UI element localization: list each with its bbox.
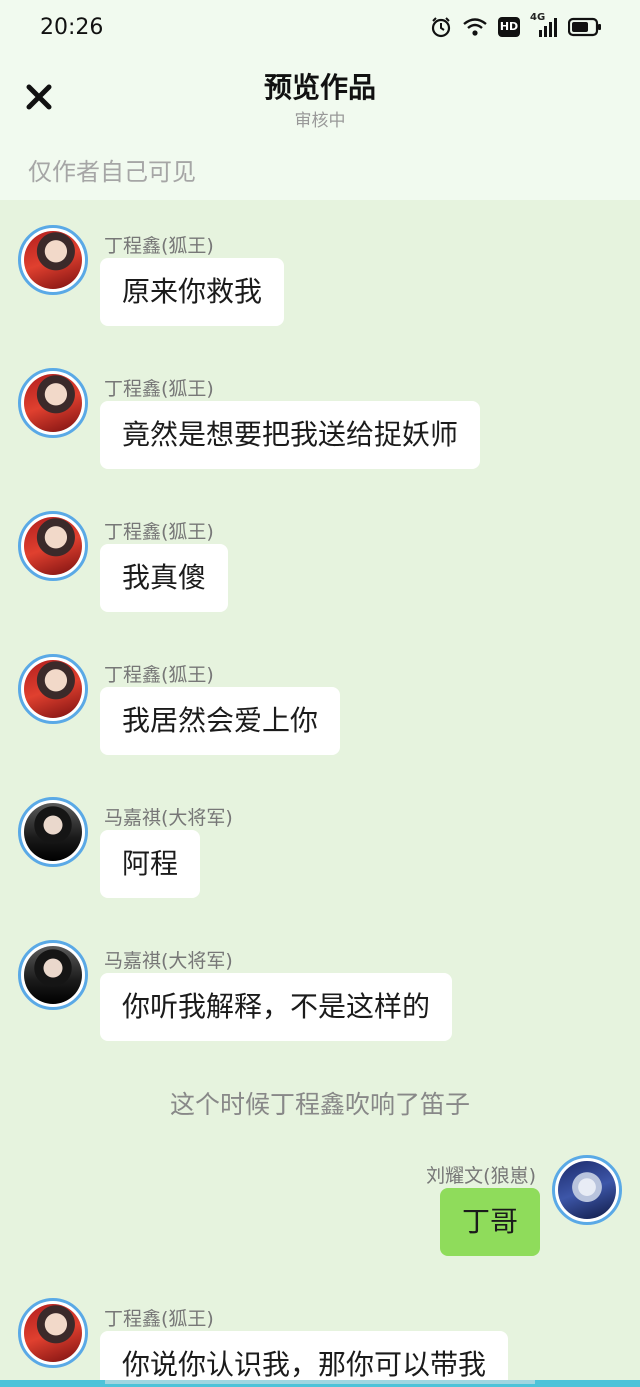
battery-icon	[567, 16, 602, 38]
visibility-note: 仅作者自己可见	[28, 158, 196, 186]
hd-icon: HD	[498, 17, 520, 37]
sender-name: 马嘉祺(大将军)	[104, 950, 233, 972]
message-bubble[interactable]: 竟然是想要把我送给捉妖师	[100, 401, 481, 469]
sender-name: 丁程鑫(狐王)	[104, 664, 214, 686]
message-bubble[interactable]: 原来你救我	[100, 258, 285, 326]
sender-name: 刘耀文(狼崽)	[426, 1165, 536, 1187]
4g-signal-icon: 4G	[530, 12, 558, 38]
message-bubble[interactable]: 阿程	[100, 830, 201, 898]
status-bar: 20:26 HD 4G	[0, 0, 640, 56]
bottom-progress-bar	[0, 1380, 640, 1387]
alarm-icon	[430, 16, 452, 38]
message-bubble[interactable]: 我居然会爱上你	[100, 687, 341, 755]
avatar[interactable]	[552, 1155, 622, 1225]
home-indicator[interactable]	[105, 1380, 535, 1384]
avatar[interactable]	[18, 368, 88, 438]
avatar[interactable]	[18, 1298, 88, 1368]
avatar[interactable]	[18, 797, 88, 867]
status-icons: HD 4G	[430, 12, 602, 38]
narration-text: 这个时候丁程鑫吹响了笛子	[169, 1090, 470, 1119]
avatar[interactable]	[18, 654, 88, 724]
status-time: 20:26	[40, 15, 104, 40]
sender-name: 丁程鑫(狐王)	[104, 1308, 214, 1330]
sender-name: 丁程鑫(狐王)	[104, 235, 214, 257]
chat-area[interactable]: 丁程鑫(狐王) 原来你救我 丁程鑫(狐王) 竟然是想要把我送给捉妖师 丁程鑫(狐…	[0, 200, 640, 1380]
message-bubble[interactable]: 丁哥	[439, 1188, 540, 1256]
sender-name: 丁程鑫(狐王)	[104, 378, 214, 400]
review-status: 审核中	[294, 111, 346, 131]
avatar[interactable]	[18, 225, 88, 295]
header: 预览作品 审核中 仅作者自己可见	[0, 56, 640, 200]
page-title: 预览作品	[263, 71, 376, 104]
avatar[interactable]	[18, 511, 88, 581]
message-bubble[interactable]: 你听我解释，不是这样的	[100, 973, 453, 1041]
avatar[interactable]	[18, 940, 88, 1010]
sender-name: 马嘉祺(大将军)	[104, 807, 233, 829]
wifi-icon	[462, 16, 488, 38]
message-bubble[interactable]: 我真傻	[100, 544, 229, 612]
message-bubble[interactable]: 你说你认识我，那你可以带我	[100, 1331, 509, 1380]
sender-name: 丁程鑫(狐王)	[104, 521, 214, 543]
